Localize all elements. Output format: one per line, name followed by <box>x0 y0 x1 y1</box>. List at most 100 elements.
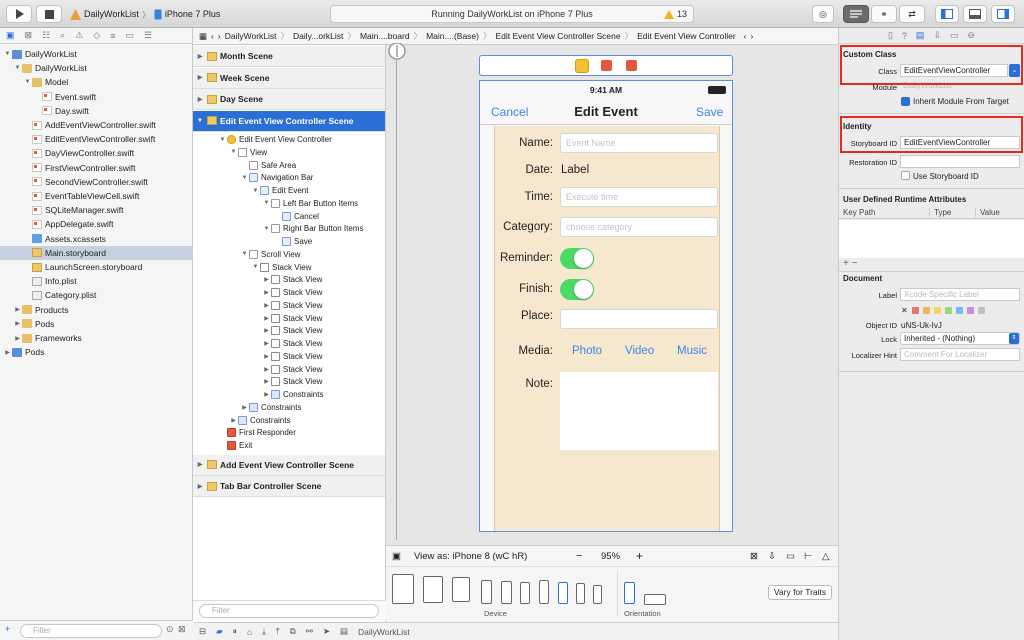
outline-item[interactable]: ▶ Constraints <box>193 401 385 414</box>
memory-graph-icon[interactable]: ⚯ <box>306 626 313 637</box>
disclosure-icon[interactable]: ▶ <box>262 302 271 309</box>
folder-icon[interactable]: ▣ <box>6 30 15 41</box>
disclosure-icon[interactable]: ▶ <box>13 335 22 342</box>
warning-indicator[interactable]: 13 <box>663 9 687 19</box>
iphone-x-icon[interactable] <box>481 580 492 604</box>
issue-icon[interactable]: ⚠ <box>75 30 83 41</box>
first-responder-icon[interactable] <box>601 60 612 71</box>
outline-item[interactable]: ▼ Edit Event View Controller <box>193 133 385 146</box>
outline-scene[interactable]: ▶ Add Event View Controller Scene <box>193 454 385 476</box>
file-tree-item[interactable]: Category.plist <box>0 288 193 302</box>
file-tree-item[interactable]: DayViewController.swift <box>0 146 193 160</box>
file-tree-item[interactable]: AddEventViewController.swift <box>0 118 193 132</box>
file-tree-item[interactable]: ▶ Products <box>0 303 193 317</box>
file-tree-item[interactable]: ▼ DailyWorkList <box>0 61 193 75</box>
outline-item[interactable]: First Responder <box>193 426 385 439</box>
outline-scene[interactable]: ▼ Edit Event View Controller Scene <box>193 110 385 132</box>
disclosure-icon[interactable]: ▼ <box>240 175 249 181</box>
file-tree-item[interactable]: Assets.xcassets <box>0 232 193 246</box>
code-review-button[interactable]: ◎ <box>812 5 834 23</box>
outline-item[interactable]: ▶ Stack View <box>193 363 385 376</box>
disclosure-icon[interactable]: ▶ <box>3 349 12 356</box>
connections-inspector-icon[interactable]: ⊖ <box>968 30 976 41</box>
outline-item[interactable]: ▶ Stack View <box>193 350 385 363</box>
disclosure-icon[interactable]: ▼ <box>262 200 271 206</box>
disclosure-icon[interactable]: ▶ <box>262 289 271 296</box>
iphone-small-icon[interactable] <box>593 585 602 604</box>
finish-switch[interactable] <box>560 279 594 300</box>
breadcrumb-4[interactable]: Edit Event View Controller Scene <box>496 31 621 41</box>
disclosure-icon[interactable]: ▶ <box>262 315 271 322</box>
outline-item[interactable]: ▶ Stack View <box>193 312 385 325</box>
disclosure-icon[interactable]: ▶ <box>193 483 207 490</box>
debug-icon[interactable]: ≡ <box>110 31 115 41</box>
file-tree-item[interactable]: EventTableViewCell.swift <box>0 189 193 203</box>
toggle-navigator-button[interactable] <box>935 5 959 23</box>
view-debugger-icon[interactable]: ⧉ <box>290 626 296 637</box>
disclosure-icon[interactable]: ▶ <box>262 276 271 283</box>
scheme-selector[interactable]: DailyWorkList 〉 iPhone 7 Plus <box>70 6 220 22</box>
file-tree-item[interactable]: ▶ Pods <box>0 345 193 359</box>
breadcrumb-2[interactable]: Main....board <box>360 31 410 41</box>
color-swatch[interactable] <box>966 307 974 314</box>
outline-filter-input[interactable]: Filter <box>199 604 379 618</box>
back-icon[interactable]: ‹ <box>211 31 214 41</box>
standard-editor-button[interactable] <box>843 5 869 23</box>
breadcrumb-0[interactable]: DailyWorkList <box>225 31 277 41</box>
help-inspector-icon[interactable]: ? <box>902 31 907 41</box>
iphone-8-plus-icon[interactable] <box>501 581 512 604</box>
outline-item[interactable]: ▶ Stack View <box>193 324 385 337</box>
ipad-icon[interactable] <box>452 577 470 602</box>
run-button[interactable] <box>6 5 32 23</box>
file-tree-item[interactable]: EditEventViewController.swift <box>0 132 193 146</box>
step-in-icon[interactable]: ⤓ <box>262 626 266 637</box>
disclosure-icon[interactable]: ▼ <box>251 188 260 194</box>
disclosure-icon[interactable]: ▶ <box>13 306 22 313</box>
disclosure-icon[interactable]: ▼ <box>229 149 238 155</box>
file-tree-item[interactable]: ▶ Frameworks <box>0 331 193 345</box>
color-swatch[interactable] <box>977 307 985 314</box>
update-frames-icon[interactable]: ⊠ <box>750 551 758 562</box>
category-field[interactable]: choose category <box>560 217 718 237</box>
next-issue-icon[interactable]: › <box>751 31 754 41</box>
color-swatch[interactable] <box>933 307 941 314</box>
iphone-8-icon[interactable] <box>558 582 568 604</box>
disclosure-icon[interactable]: ▼ <box>13 65 22 71</box>
lock-select[interactable]: Inherited - (Nothing) <box>900 332 1020 345</box>
outline-scene[interactable]: ▶ Week Scene <box>193 67 385 89</box>
disclosure-icon[interactable]: ▶ <box>240 404 249 411</box>
align-icon[interactable]: ▭ <box>786 551 795 562</box>
symbol-icon[interactable]: ☷ <box>42 30 50 41</box>
outline-item[interactable]: ▶ Stack View <box>193 273 385 286</box>
disclosure-icon[interactable]: ▶ <box>229 417 238 424</box>
stop-button[interactable] <box>36 5 62 23</box>
landscape-orientation-icon[interactable] <box>644 594 666 605</box>
disclosure-icon[interactable]: ▶ <box>262 340 271 347</box>
hide-debug-icon[interactable]: ⊟ <box>199 626 206 637</box>
disclosure-icon[interactable]: ▼ <box>251 264 260 270</box>
disclosure-icon[interactable]: ▼ <box>3 51 12 57</box>
file-tree-item[interactable]: SQLiteManager.swift <box>0 203 193 217</box>
outline-item[interactable]: ▶ Constraints <box>193 388 385 401</box>
file-tree-item[interactable]: Info.plist <box>0 274 193 288</box>
ipad-pro-12-icon[interactable] <box>392 574 414 604</box>
file-tree-item[interactable]: AppDelegate.swift <box>0 217 193 231</box>
step-out-icon[interactable]: ⤒ <box>276 626 280 637</box>
pause-icon[interactable]: ⏸ <box>233 626 237 637</box>
outline-scene[interactable]: ▶ Month Scene <box>193 46 385 67</box>
segue-entry[interactable] <box>386 43 408 65</box>
file-tree-item[interactable]: Main.storyboard <box>0 245 193 260</box>
embed-icon[interactable]: ⇩ <box>768 551 776 562</box>
forward-icon[interactable]: › <box>218 31 221 41</box>
source-control-icon[interactable]: ⊠ <box>25 30 33 41</box>
portrait-orientation-icon[interactable] <box>624 582 635 604</box>
prev-issue-icon[interactable]: ‹ <box>744 31 747 41</box>
disclosure-icon[interactable]: ▼ <box>23 79 32 85</box>
no-color-icon[interactable]: ✕ <box>901 306 908 315</box>
event-name-field[interactable]: Event Name <box>560 133 718 153</box>
file-tree-item[interactable]: Event.swift <box>0 90 193 104</box>
localizer-hint-field[interactable]: Comment For Localizer <box>900 348 1020 361</box>
resolve-icon[interactable]: △ <box>822 551 829 562</box>
photo-button[interactable]: Photo <box>572 345 602 357</box>
outline-scene[interactable]: ▶ Day Scene <box>193 89 385 110</box>
